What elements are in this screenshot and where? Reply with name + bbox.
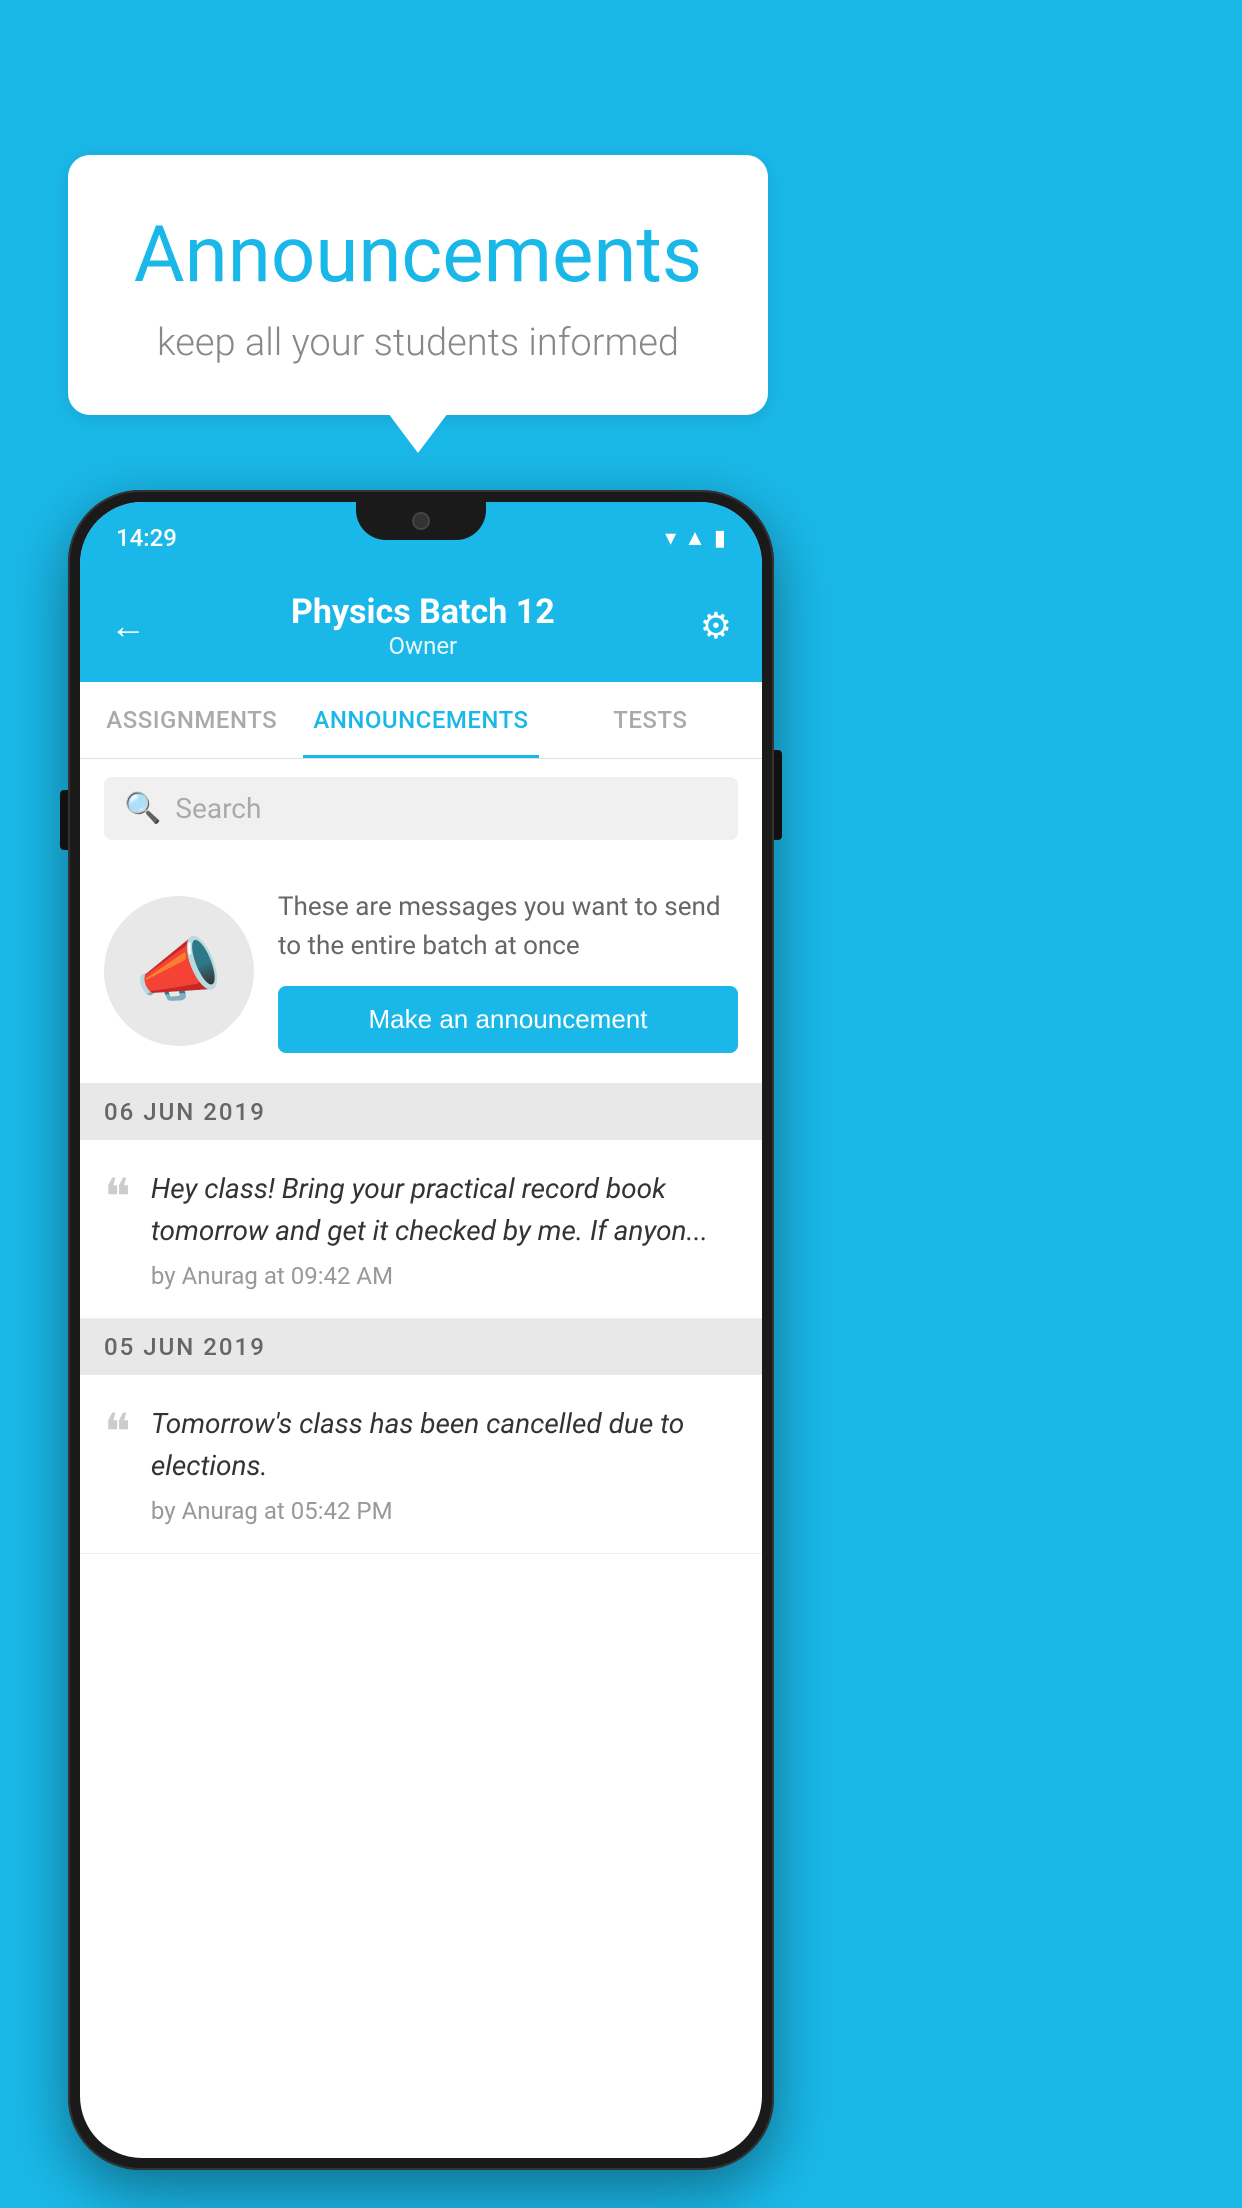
promo-description: These are messages you want to send to t… — [278, 888, 738, 966]
phone-frame: 14:29 ▾ ▲ ▮ ← Physics Batch 12 Owner ⚙ — [68, 490, 774, 2170]
content-area: 🔍 Search 📣 These are messages you want t… — [80, 759, 762, 1554]
announcement-meta-2: by Anurag at 05:42 PM — [151, 1497, 738, 1525]
search-input[interactable]: Search — [175, 792, 261, 825]
announcement-meta-1: by Anurag at 09:42 AM — [151, 1262, 738, 1290]
status-time: 14:29 — [116, 524, 177, 552]
notch — [356, 502, 486, 540]
phone-screen: 14:29 ▾ ▲ ▮ ← Physics Batch 12 Owner ⚙ — [80, 502, 762, 2158]
make-announcement-button[interactable]: Make an announcement — [278, 986, 738, 1053]
status-icons: ▾ ▲ ▮ — [665, 525, 726, 551]
camera — [412, 512, 430, 530]
header-title: Physics Batch 12 — [291, 592, 555, 632]
phone-outer: 14:29 ▾ ▲ ▮ ← Physics Batch 12 Owner ⚙ — [68, 490, 774, 2170]
tab-assignments[interactable]: ASSIGNMENTS — [80, 682, 303, 758]
search-input-wrapper[interactable]: 🔍 Search — [104, 777, 738, 840]
status-bar: 14:29 ▾ ▲ ▮ — [80, 502, 762, 574]
date-separator-2: 05 JUN 2019 — [80, 1319, 762, 1375]
search-bar-section: 🔍 Search — [80, 759, 762, 858]
quote-icon-1: ❝ — [104, 1172, 131, 1222]
promo-right: These are messages you want to send to t… — [278, 888, 738, 1053]
announcement-text-1: Hey class! Bring your practical record b… — [151, 1168, 738, 1252]
megaphone-icon: 📣 — [135, 930, 222, 1012]
wifi-icon: ▾ — [665, 526, 676, 551]
back-button[interactable]: ← — [110, 605, 146, 647]
header-subtitle: Owner — [291, 632, 555, 660]
header-center: Physics Batch 12 Owner — [291, 592, 555, 660]
speech-bubble-subtitle: keep all your students informed — [128, 321, 708, 365]
app-header: ← Physics Batch 12 Owner ⚙ — [80, 574, 762, 682]
battery-icon: ▮ — [714, 526, 726, 551]
announcement-text-2: Tomorrow's class has been cancelled due … — [151, 1403, 738, 1487]
announcement-promo: 📣 These are messages you want to send to… — [80, 858, 762, 1084]
promo-icon-circle: 📣 — [104, 896, 254, 1046]
settings-button[interactable]: ⚙ — [700, 605, 732, 647]
quote-icon-2: ❝ — [104, 1407, 131, 1457]
tabs-bar: ASSIGNMENTS ANNOUNCEMENTS TESTS — [80, 682, 762, 759]
signal-icon: ▲ — [684, 525, 706, 551]
search-icon: 🔍 — [124, 791, 161, 826]
date-separator-1: 06 JUN 2019 — [80, 1084, 762, 1140]
tab-tests[interactable]: TESTS — [539, 682, 762, 758]
announcement-content-2: Tomorrow's class has been cancelled due … — [151, 1403, 738, 1525]
speech-bubble: Announcements keep all your students inf… — [68, 155, 768, 415]
speech-bubble-title: Announcements — [128, 210, 708, 301]
announcement-item-1: ❝ Hey class! Bring your practical record… — [80, 1140, 762, 1319]
tab-announcements[interactable]: ANNOUNCEMENTS — [303, 682, 538, 758]
announcement-content-1: Hey class! Bring your practical record b… — [151, 1168, 738, 1290]
announcement-item-2: ❝ Tomorrow's class has been cancelled du… — [80, 1375, 762, 1554]
speech-bubble-section: Announcements keep all your students inf… — [68, 155, 768, 415]
